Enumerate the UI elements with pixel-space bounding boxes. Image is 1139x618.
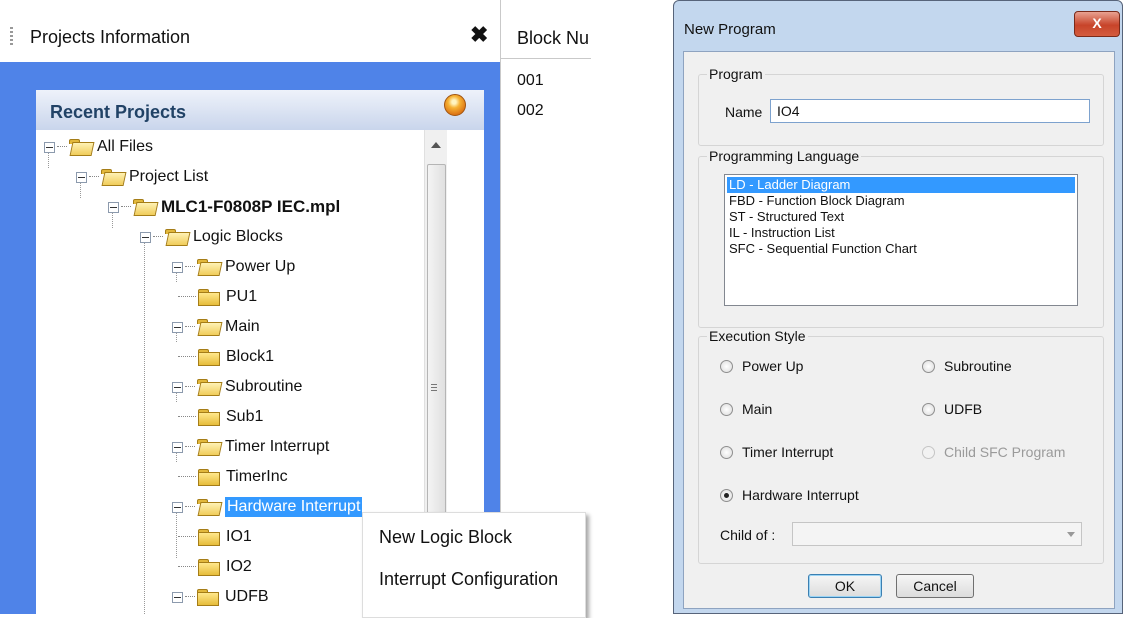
tree-node-hardware-interrupt[interactable]: Hardware Interrupt [172,495,363,519]
tree-node-io2[interactable]: IO2 [176,555,252,579]
collapse-toggle-icon[interactable] [172,321,183,333]
programming-language-label: Programming Language [707,148,862,164]
folder-icon [198,529,220,546]
folder-icon [198,349,220,366]
folder-open-icon [165,229,187,245]
dialog-close-button[interactable]: X [1074,11,1120,37]
execution-style-label: Execution Style [707,328,808,344]
drag-grip-icon[interactable] [10,27,13,45]
name-input[interactable] [770,99,1090,123]
collapse-toggle-icon[interactable] [108,201,119,213]
tree-connector [144,242,145,614]
panel-header: Projects Information ✖ [0,0,500,62]
collapse-toggle-icon[interactable] [140,231,151,243]
tree-node-project-list[interactable]: Project List [76,165,208,189]
cancel-button[interactable]: Cancel [896,574,974,598]
collapse-toggle-icon[interactable] [172,261,183,273]
dropdown-arrow-icon [1067,532,1075,537]
tree-node-block1[interactable]: Block1 [176,345,274,369]
tree-node-sub1[interactable]: Sub1 [176,405,263,429]
menu-item-interrupt-configuration[interactable]: Interrupt Configuration [379,569,558,590]
child-of-label: Child of : [720,527,776,543]
collapse-toggle-icon[interactable] [172,591,183,603]
folder-icon [198,409,220,426]
dialog-body: Program Name Programming Language LD - L… [683,51,1115,609]
scrollbar-grip-icon [431,384,437,392]
folder-open-icon [69,139,91,155]
scroll-up-arrow-icon[interactable] [431,142,441,148]
close-panel-button[interactable]: ✖ [470,22,488,48]
folder-open-icon [101,169,123,185]
tree-node-subroutine[interactable]: Subroutine [172,375,302,399]
collapse-toggle-icon[interactable] [76,171,87,183]
radio-hardware-interrupt[interactable] [720,489,733,502]
udfb-label: UDFB [944,401,983,417]
ok-button[interactable]: OK [808,574,882,598]
radio-child-sfc-program [922,446,935,459]
menu-item-new-logic-block[interactable]: New Logic Block [379,527,512,548]
projects-information-panel: Projects Information ✖ Recent Projects A… [0,0,591,618]
block-number-row[interactable]: 002 [517,102,544,120]
radio-timer-interrupt[interactable] [720,446,733,459]
folder-open-icon [197,259,219,275]
folder-icon [198,289,220,306]
main-label: Main [742,401,773,417]
child-of-select [792,522,1082,546]
radio-subroutine[interactable] [922,360,935,373]
block-number-header[interactable]: Block Nu [517,28,589,49]
folder-open-icon [197,319,219,335]
language-option-fbd[interactable]: FBD - Function Block Diagram [727,193,907,209]
radio-main[interactable] [720,403,733,416]
collapse-toggle-icon[interactable] [172,501,183,513]
language-option-il[interactable]: IL - Instruction List [727,225,837,241]
radio-power-up[interactable] [720,360,733,373]
folder-open-icon [133,199,155,215]
collapse-toggle-icon[interactable] [172,381,183,393]
language-option-ld[interactable]: LD - Ladder Diagram [727,177,1075,193]
folder-icon [198,559,220,576]
name-label: Name [725,104,763,120]
panel-title: Projects Information [30,27,191,47]
subroutine-label: Subroutine [944,358,1012,374]
folder-open-icon [197,379,219,395]
timer-interrupt-label: Timer Interrupt [742,444,834,460]
program-group-label: Program [707,66,765,82]
tree-node-timerinc[interactable]: TimerInc [176,465,288,489]
context-menu: New Logic Block Interrupt Configuration [362,512,586,618]
tree-node-project-file[interactable]: MLC1-F0808P IEC.mpl [108,195,340,219]
header-divider [501,58,591,59]
folder-open-icon [197,439,219,455]
new-program-dialog: New Program X Program Name Programming L… [673,0,1123,614]
collapse-toggle-icon[interactable] [172,441,183,453]
tree-node-all-files[interactable]: All Files [44,135,153,159]
radio-udfb[interactable] [922,403,935,416]
dialog-title: New Program [684,21,776,38]
tree-node-main[interactable]: Main [172,315,260,339]
programming-language-list[interactable]: LD - Ladder Diagram FBD - Function Block… [724,174,1078,306]
collapse-toggle-icon[interactable] [44,141,55,153]
folder-icon [198,469,220,486]
folder-icon [197,589,219,606]
tree-node-timer-interrupt[interactable]: Timer Interrupt [172,435,329,459]
recent-projects-header: Recent Projects [36,90,484,130]
power-up-label: Power Up [742,358,804,374]
block-number-row[interactable]: 001 [517,72,544,90]
tree-node-pu1[interactable]: PU1 [176,285,257,309]
tree-node-io1[interactable]: IO1 [176,525,252,549]
collapse-orb-icon[interactable] [444,94,466,116]
child-sfc-program-label: Child SFC Program [944,444,1066,460]
tree-node-power-up[interactable]: Power Up [172,255,295,279]
tree-node-logic-blocks[interactable]: Logic Blocks [140,225,283,249]
hardware-interrupt-label: Hardware Interrupt [742,487,859,503]
language-option-st[interactable]: ST - Structured Text [727,209,846,225]
folder-open-icon [197,499,219,515]
tree-node-udfb[interactable]: UDFB [172,585,269,609]
recent-projects-title: Recent Projects [50,102,187,122]
language-option-sfc[interactable]: SFC - Sequential Function Chart [727,241,919,257]
